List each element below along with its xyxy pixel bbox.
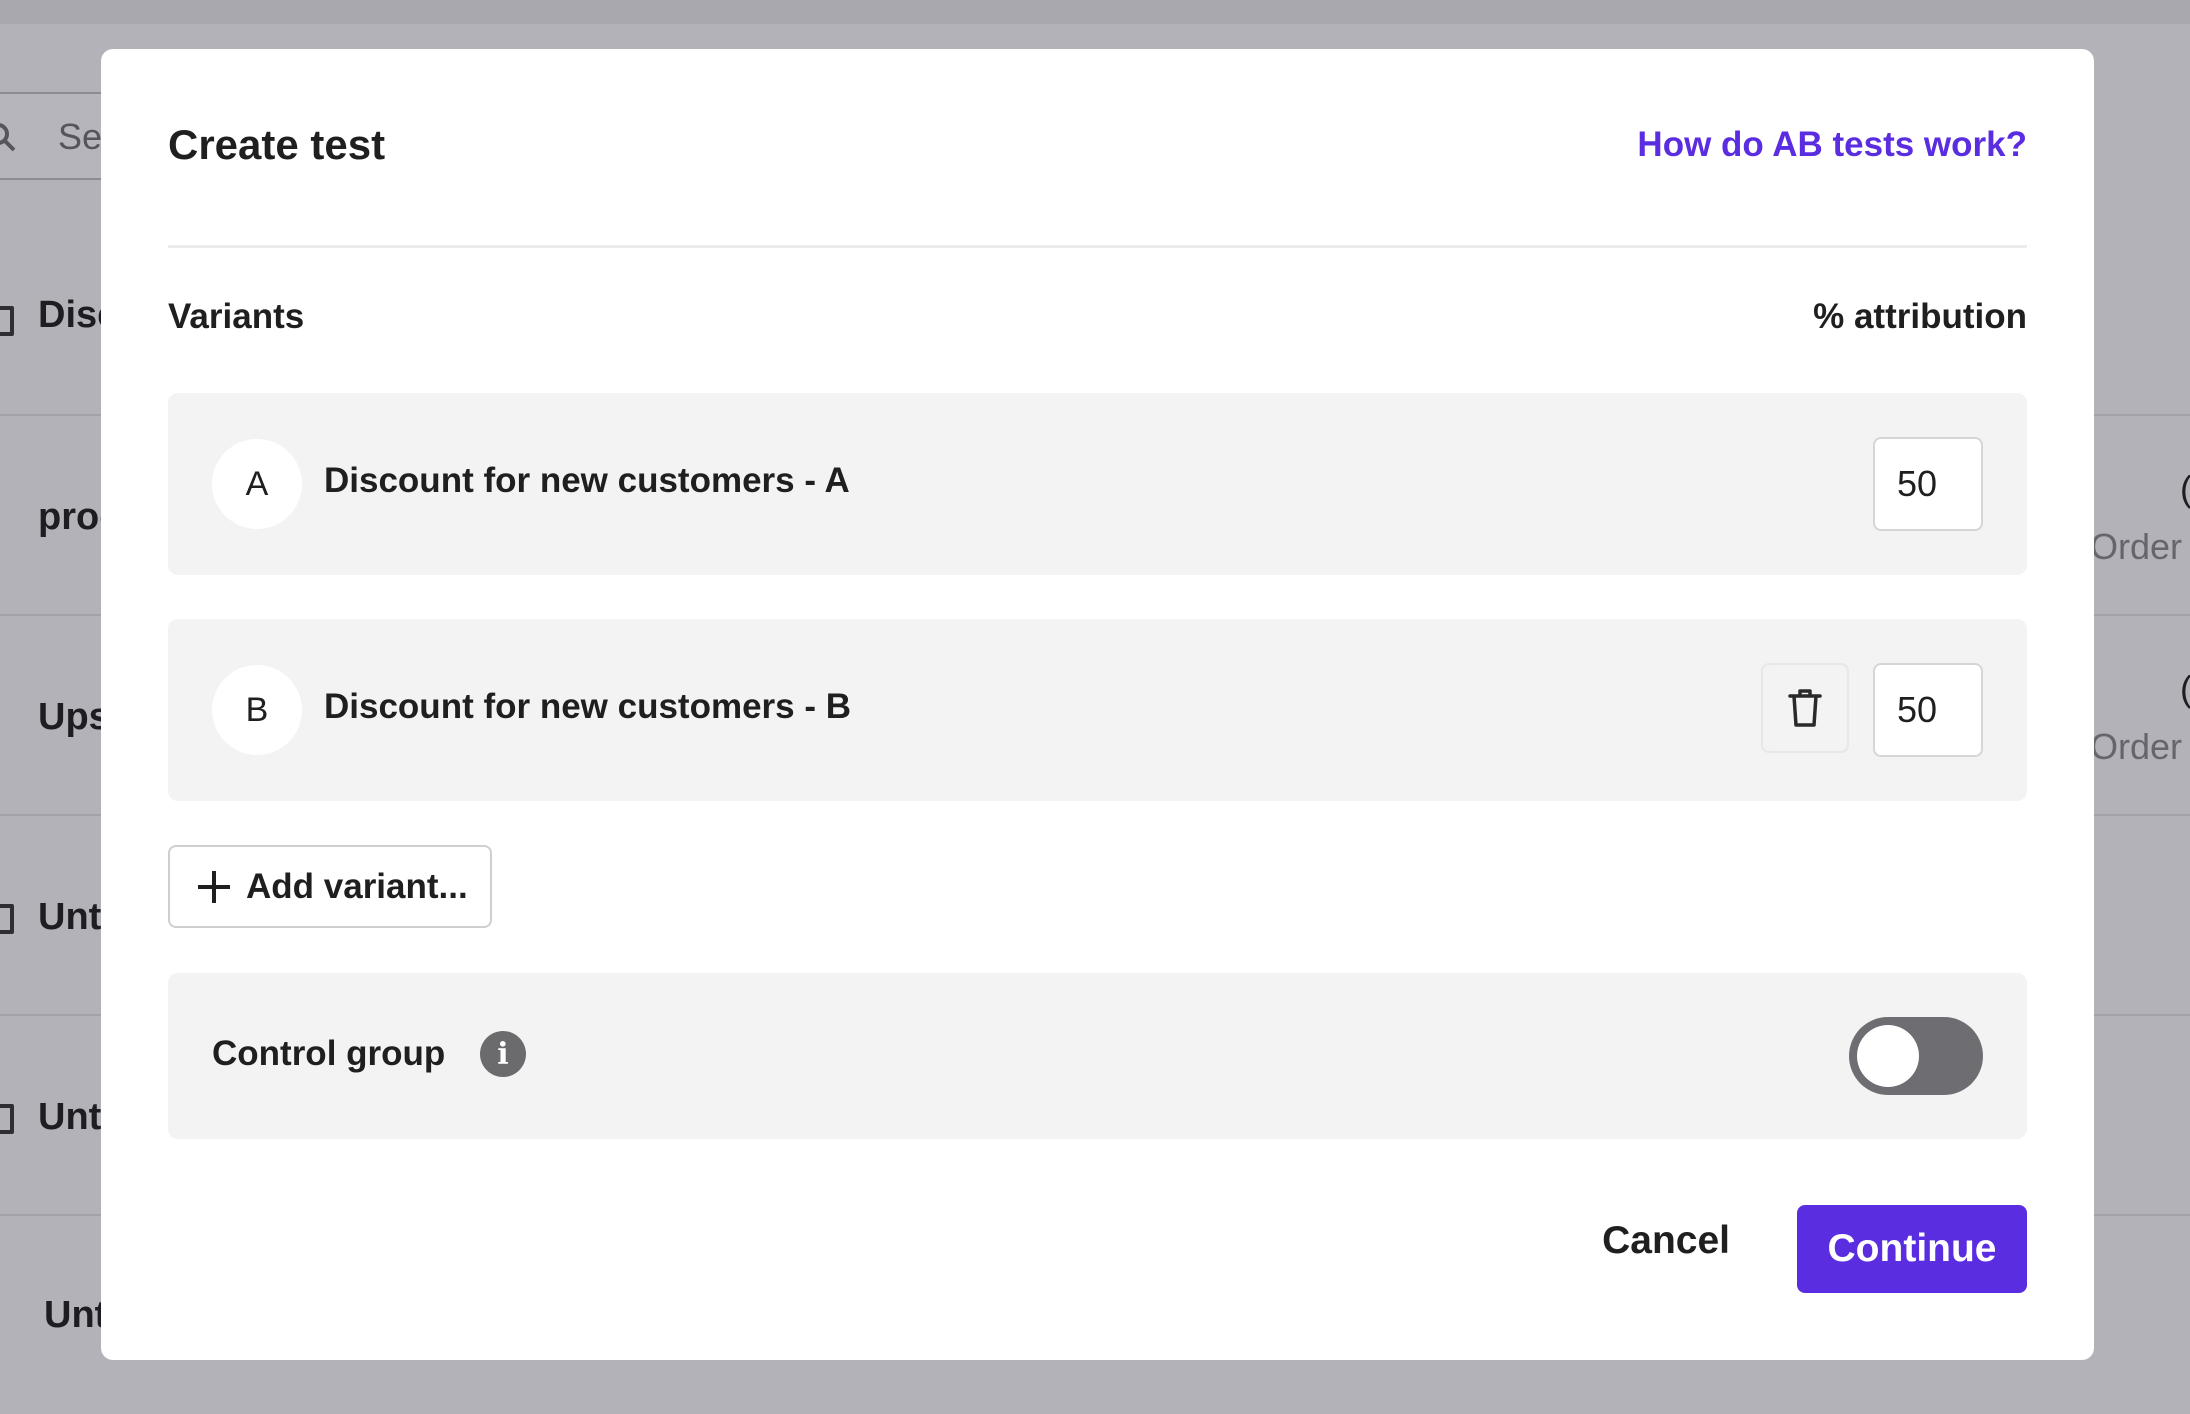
- header-divider: [168, 245, 2027, 248]
- background-row-count: (: [2180, 468, 2190, 510]
- background-topbar: [0, 0, 2190, 24]
- control-group-card: Control group i: [168, 973, 2027, 1139]
- variant-card-a: A Discount for new customers - A: [168, 393, 2027, 575]
- background-row-meta: Order: [2090, 726, 2183, 767]
- background-row-title: Unt: [38, 1096, 102, 1138]
- variant-card-b: B Discount for new customers - B: [168, 619, 2027, 801]
- page-icon: [0, 1104, 14, 1134]
- variant-letter-badge: B: [212, 665, 302, 755]
- page-icon: [0, 904, 14, 934]
- background-row-title: Unt: [44, 1294, 108, 1336]
- dialog-title: Create test: [168, 121, 386, 168]
- info-icon[interactable]: i: [480, 1031, 526, 1077]
- search-icon: [0, 123, 16, 152]
- background-row-count: (: [2180, 668, 2190, 710]
- background-row-title: Ups: [38, 696, 110, 738]
- plus-icon: [198, 870, 230, 903]
- background-search-placeholder: Se: [58, 116, 103, 157]
- variant-name: Discount for new customers - A: [324, 461, 850, 500]
- background-row-title: Unt: [38, 896, 102, 938]
- toggle-knob: [1857, 1025, 1919, 1087]
- control-group-toggle[interactable]: [1849, 1017, 1983, 1095]
- background-row-meta: Order: [2090, 526, 2183, 567]
- attribution-label: % attribution: [1813, 297, 2027, 336]
- variant-name: Discount for new customers - B: [324, 687, 852, 726]
- page-icon: [0, 306, 14, 336]
- add-variant-label: Add variant...: [246, 866, 468, 906]
- variant-b-attribution-input[interactable]: [1873, 663, 1983, 757]
- cancel-button[interactable]: Cancel: [1602, 1206, 1730, 1276]
- create-test-dialog: Create test How do AB tests work? Varian…: [101, 49, 2094, 1360]
- variant-a-attribution-input[interactable]: [1873, 437, 1983, 531]
- ab-tests-help-link[interactable]: How do AB tests work?: [1637, 125, 2027, 165]
- variants-label: Variants: [168, 297, 305, 336]
- add-variant-button[interactable]: Add variant...: [168, 845, 492, 928]
- variant-letter-badge: A: [212, 439, 302, 529]
- continue-button[interactable]: Continue: [1797, 1205, 2027, 1293]
- delete-variant-b-button[interactable]: [1761, 663, 1849, 753]
- trash-icon: [1788, 689, 1822, 727]
- control-group-label: Control group: [212, 1034, 446, 1073]
